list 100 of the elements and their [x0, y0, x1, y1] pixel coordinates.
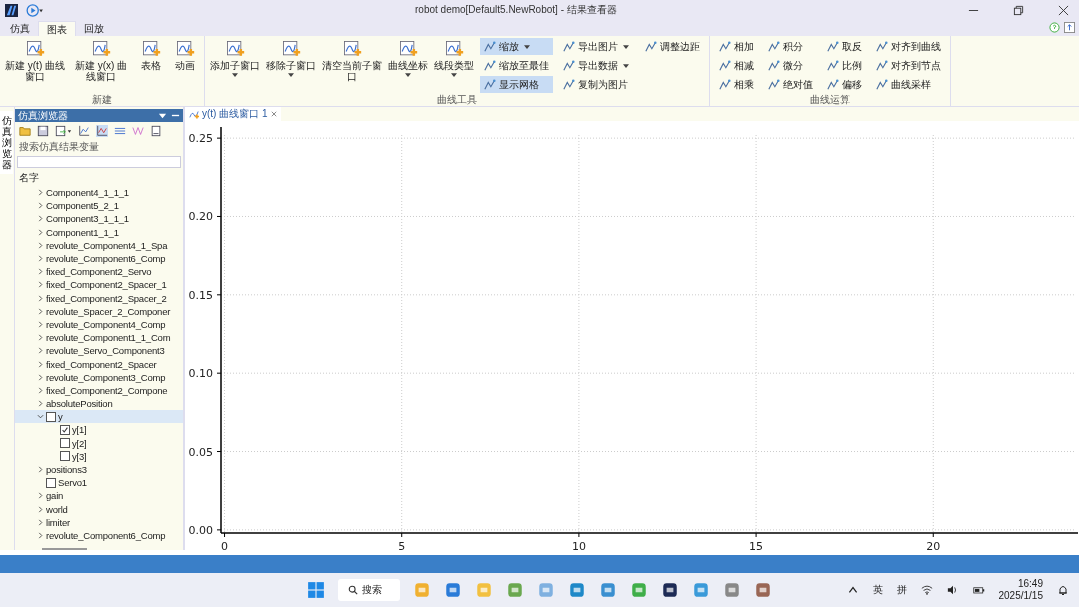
- ribbon-button[interactable]: 清空当前子窗口: [320, 38, 384, 94]
- ribbon-button[interactable]: 比例: [823, 57, 866, 74]
- wave-icon[interactable]: [132, 125, 144, 137]
- chart-icon[interactable]: [96, 125, 108, 137]
- ribbon-button[interactable]: 新建 y(t) 曲线窗口: [3, 38, 67, 94]
- tree-item[interactable]: y[3]: [72, 450, 87, 462]
- tree-item[interactable]: Component4_1_1_1: [46, 187, 129, 199]
- axis-tick-label: 0.15: [188, 288, 213, 302]
- ribbon-button[interactable]: 复制为图片: [559, 76, 635, 93]
- tree-item[interactable]: y[2]: [72, 437, 87, 449]
- tool-icon: [563, 78, 575, 91]
- tree-item[interactable]: revolute_Servo_Component3: [46, 345, 165, 357]
- input-method[interactable]: 英: [872, 583, 883, 597]
- ribbon-button[interactable]: 绝对值: [764, 76, 817, 93]
- tree-item[interactable]: fixed_Component2_Spacer: [46, 358, 157, 370]
- checkbox[interactable]: [60, 438, 70, 449]
- list-icon[interactable]: [114, 125, 126, 137]
- tree-item[interactable]: y: [58, 411, 63, 423]
- tree-item[interactable]: fixed_Component2_Servo: [46, 266, 152, 278]
- ribbon-button[interactable]: 积分: [764, 38, 817, 55]
- app-icon[interactable]: [661, 581, 679, 599]
- tool-icon: [484, 40, 496, 53]
- wifi-icon[interactable]: [920, 584, 933, 596]
- chart-icon: [141, 39, 161, 59]
- ribbon-button[interactable]: 表格: [135, 38, 167, 94]
- ribbon-button[interactable]: 相乘: [715, 76, 758, 93]
- search-label: 搜索仿真结果变量: [18, 140, 100, 154]
- ribbon-button[interactable]: 微分: [764, 57, 817, 74]
- dropdown-icon[interactable]: [158, 111, 167, 120]
- taskbar-search[interactable]: 搜索: [338, 579, 400, 601]
- ribbon-button[interactable]: 导出数据: [559, 57, 635, 74]
- ribbon-button[interactable]: 曲线坐标: [386, 38, 430, 94]
- start-icon[interactable]: [307, 581, 325, 599]
- tree-item[interactable]: revolute_Spacer_2_Componer: [46, 305, 171, 317]
- tree-item[interactable]: revolute_Component3_Comp: [46, 371, 166, 383]
- chart-icon: [25, 39, 45, 59]
- search-field[interactable]: [17, 156, 181, 168]
- export-icon[interactable]: [55, 125, 72, 137]
- tree-item[interactable]: limiter: [46, 516, 70, 528]
- tree-item[interactable]: revolute_Component1_1_Com: [46, 332, 171, 344]
- scrollbar-thumb[interactable]: [42, 548, 87, 550]
- tree-item[interactable]: revolute_Component4_1_Spa: [46, 239, 168, 251]
- checkbox[interactable]: [60, 424, 70, 435]
- tree-item[interactable]: Servo1: [58, 477, 87, 489]
- tree-item[interactable]: y[1]: [72, 424, 87, 436]
- speaker-icon[interactable]: [946, 584, 959, 596]
- ribbon-button[interactable]: 相加: [715, 38, 758, 55]
- ribbon-tab[interactable]: 图表: [38, 21, 76, 36]
- chart-icon[interactable]: [78, 125, 90, 137]
- tree-item[interactable]: revolute_Component6_Comp: [46, 529, 166, 541]
- tree-item[interactable]: revolute_Component4_Comp: [46, 318, 166, 330]
- panel-icon[interactable]: [150, 125, 162, 137]
- help-icon[interactable]: [1049, 22, 1060, 33]
- ribbon-button[interactable]: 调整边距: [641, 38, 704, 55]
- checkbox[interactable]: [60, 451, 70, 462]
- folder-icon[interactable]: [19, 125, 31, 137]
- ribbon-button[interactable]: 缩放: [480, 38, 553, 55]
- ribbon-button[interactable]: 新建 y(x) 曲线窗口: [69, 38, 133, 94]
- chart-icon: [444, 39, 464, 59]
- bell-icon[interactable]: [1057, 584, 1069, 596]
- close-icon[interactable]: [1058, 4, 1069, 16]
- ribbon-button[interactable]: 添加子窗口: [208, 38, 262, 94]
- tree-item[interactable]: fixed_Component2_Compone: [46, 384, 168, 396]
- chart-icon: [398, 39, 418, 59]
- tree-item[interactable]: fixed_Component2_Spacer_1: [46, 279, 167, 291]
- input-method[interactable]: 拼: [896, 583, 907, 597]
- side-tab[interactable]: 仿真浏览器: [0, 111, 13, 174]
- battery-icon[interactable]: [972, 584, 985, 596]
- document-tab[interactable]: y(t) 曲线窗口 1: [185, 107, 281, 121]
- save-icon[interactable]: [37, 125, 49, 137]
- tree-item[interactable]: Component5_2_1: [46, 200, 119, 212]
- tree-item[interactable]: Component3_1_1_1: [46, 213, 129, 225]
- ribbon-button[interactable]: 线段类型: [432, 38, 476, 94]
- collapse-ribbon-icon[interactable]: [1064, 22, 1075, 33]
- restore-icon[interactable]: [1013, 4, 1024, 16]
- ribbon-button[interactable]: 导出图片: [559, 38, 635, 55]
- ribbon-button[interactable]: 偏移: [823, 76, 866, 93]
- ribbon-button[interactable]: 缩放至最佳: [480, 57, 553, 74]
- tree-item[interactable]: Component1_1_1: [46, 226, 119, 238]
- checkbox[interactable]: [46, 477, 56, 488]
- run-icon[interactable]: [26, 3, 45, 17]
- ribbon-button[interactable]: 曲线采样: [872, 76, 945, 93]
- ribbon-button[interactable]: 移除子窗口: [264, 38, 318, 94]
- ribbon-button[interactable]: 相减: [715, 57, 758, 74]
- tool-icon: [876, 59, 888, 72]
- ribbon-tab[interactable]: 仿真: [2, 21, 38, 36]
- group-label: 新建: [91, 94, 113, 106]
- ribbon-tab[interactable]: 回放: [76, 21, 112, 36]
- ribbon-button[interactable]: 动画: [169, 38, 201, 94]
- ribbon-button[interactable]: 取反: [823, 38, 866, 55]
- tree-item[interactable]: gain: [46, 490, 64, 502]
- ribbon-button[interactable]: 显示网格: [480, 76, 553, 93]
- tree-item[interactable]: fixed_Component2_Spacer_2: [46, 292, 167, 304]
- tree-item[interactable]: revolute_Component6_Comp: [46, 253, 166, 265]
- tree-item[interactable]: positions3: [46, 464, 87, 476]
- tree-item[interactable]: absolutePosition: [46, 398, 113, 410]
- ribbon-button[interactable]: 对齐到节点: [872, 57, 945, 74]
- ribbon-button[interactable]: 对齐到曲线: [872, 38, 945, 55]
- tree-item[interactable]: world: [46, 503, 68, 515]
- checkbox[interactable]: [46, 411, 56, 422]
